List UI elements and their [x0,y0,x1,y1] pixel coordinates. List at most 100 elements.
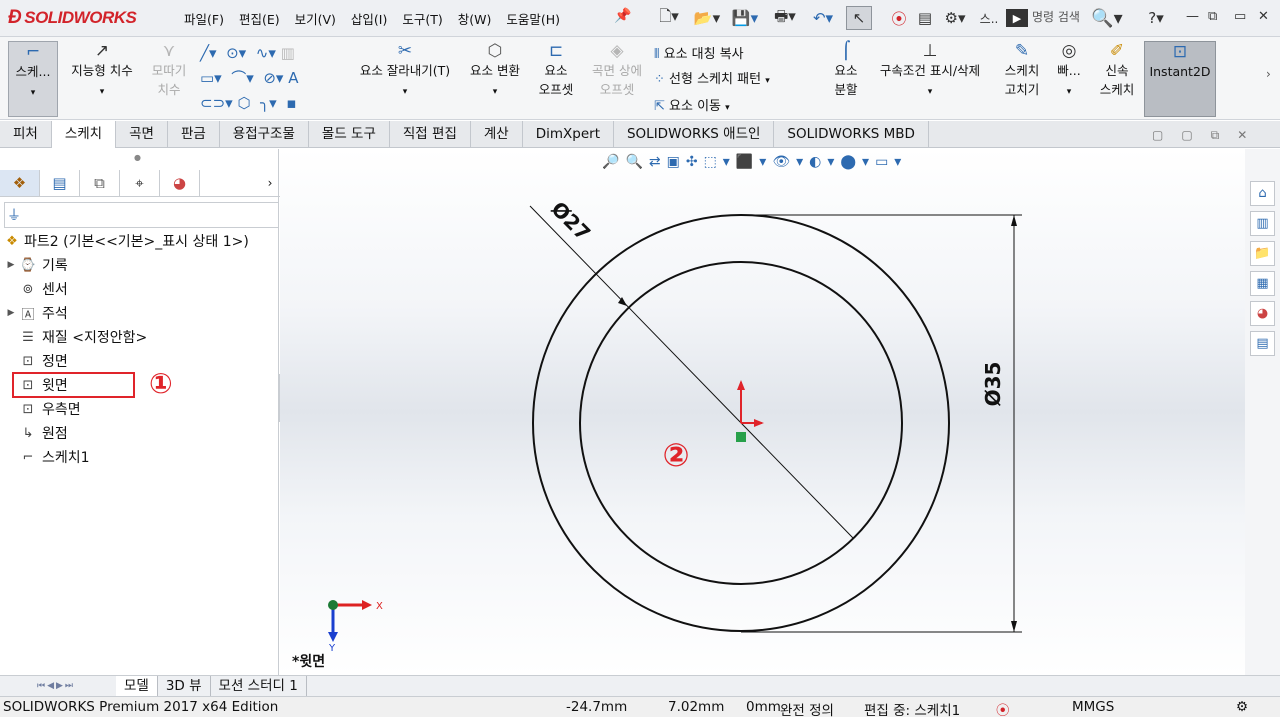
new-document-icon[interactable]: 🗋▾ [654,6,684,30]
file-properties-icon[interactable]: ▤ [914,6,936,30]
display-relations-button[interactable]: ⊥ 구속조건 표시/삭제 ▾ [866,41,994,117]
convert-entities-button[interactable]: ⬡ 요소 변환 ▾ [462,41,528,117]
dimxpert-manager-tab-icon[interactable]: ⌖ [120,170,160,196]
window-controls[interactable]: ▢▢⧉✕ [1152,128,1265,143]
quick-snaps-button[interactable]: ◎ 빠... ▾ [1052,41,1086,117]
undo-icon[interactable]: ↶▾ [808,6,838,30]
ribbon-expand-icon[interactable]: › [1266,67,1271,81]
menu-help[interactable]: 도움말(H) [506,9,560,28]
display-manager-tab-icon[interactable]: ◕ [160,170,200,196]
command-search-input[interactable]: 명령 검색 [1032,8,1088,28]
slot-icon[interactable]: ⊂⊃▾ [200,94,233,112]
origin-point-icon[interactable] [736,432,746,442]
menu-view[interactable]: 보기(V) [295,9,336,28]
options-gear-icon[interactable]: ⚙▾ [940,6,970,30]
tree-item-sketch1[interactable]: ⌐ 스케치1 [4,446,90,468]
restore-icon[interactable]: ⧉ [1208,9,1217,24]
traffic-light-icon[interactable]: ⦿ [888,6,910,30]
tree-item-origin[interactable]: ↳ 원점 [4,422,68,444]
resources-icon[interactable]: ▥ [1250,211,1275,236]
restore-down-icon[interactable]: ▭ [1234,9,1246,24]
next-tab-icon[interactable]: ▶ [56,681,63,691]
pin-icon[interactable]: 📌 [614,8,631,24]
tree-item-sensors[interactable]: ⊚ 센서 [4,278,68,300]
rebuild-traffic-icon[interactable]: ⦿ [996,699,1010,719]
view-palette-icon[interactable]: ▦ [1250,271,1275,296]
units-selector[interactable]: MMGS [1072,699,1114,715]
minimize-icon[interactable]: — [1186,9,1199,24]
circle-icon[interactable]: ⊙▾ [226,44,246,62]
menu-file[interactable]: 파일(F) [184,9,224,28]
custom-properties-icon[interactable]: ▤ [1250,331,1275,356]
search-icon[interactable]: 🔍▾ [1090,6,1124,30]
help-icon[interactable]: ? ▾ [1142,6,1170,30]
first-tab-icon[interactable]: ⏮ [37,681,45,691]
tree-item-history[interactable]: ▶ ⌚ 기록 [4,254,68,276]
tab-evaluate[interactable]: 계산 [471,121,523,148]
tab-motion-study[interactable]: 모션 스터디 1 [211,675,307,697]
command-prompt-icon[interactable]: ▶ [1006,9,1028,27]
home-icon[interactable]: ⌂ [1250,181,1275,206]
save-icon[interactable]: 💾▾ [730,6,760,30]
menu-tools[interactable]: 도구(T) [402,9,442,28]
tab-dimxpert[interactable]: DimXpert [523,121,614,148]
dimension-27[interactable]: Ø27 [547,197,596,246]
menu-edit[interactable]: 편집(E) [239,9,280,28]
tab-weldments[interactable]: 용접구조물 [220,121,309,148]
diameter-leader-line[interactable] [529,205,854,539]
menu-insert[interactable]: 삽입(I) [351,9,387,28]
line-icon[interactable]: ╱▾ [200,44,217,62]
sketch-button[interactable]: ⌐ 스케... ▾ [8,41,58,117]
file-explorer-icon[interactable]: 📁 [1250,241,1275,266]
feature-manager-tab-icon[interactable]: ❖ [0,170,40,196]
panel-grip-icon[interactable]: ● [134,153,141,162]
tree-root[interactable]: ❖ 파트2 (기본<<기본>_표시 상태 1>) [4,230,249,252]
last-tab-icon[interactable]: ⏭ [65,681,73,691]
tree-item-material[interactable]: ☰ 재질 <지정안함> [4,326,147,348]
overflow-label[interactable]: 스.. [978,6,1000,30]
tab-scroll-arrows[interactable]: ⏮ ◀ ▶ ⏭ [0,676,110,697]
appearances-icon[interactable]: ◕ [1250,301,1275,326]
repair-sketch-button[interactable]: ✎ 스케치 고치기 [998,41,1046,117]
open-icon[interactable]: 📂▾ [692,6,722,30]
chamfer-dim-button[interactable]: ⋎ 모따기 치수 [145,41,193,117]
tab-sketch[interactable]: 스케치 [51,121,117,148]
expand-arrow-icon[interactable]: ▶ [4,260,18,270]
trim-entities-button[interactable]: ✂ 요소 잘라내기(T) ▾ [350,41,460,117]
panel-expand-icon[interactable]: › [260,170,280,196]
arc-icon[interactable]: ⌒▾ [231,69,254,87]
prev-tab-icon[interactable]: ◀ [47,681,54,691]
spline-icon[interactable]: ∿▾ [256,44,276,62]
point-icon[interactable]: ▪ [286,94,296,112]
tab-addins[interactable]: SOLIDWORKS 애드인 [614,121,775,148]
rapid-sketch-button[interactable]: ✐ 신속 스케치 [1094,41,1140,117]
tab-mold-tools[interactable]: 몰드 도구 [309,121,390,148]
dimension-35[interactable]: Ø35 [981,362,1005,407]
expand-arrow-icon[interactable]: ▶ [4,308,18,318]
select-arrow-icon[interactable]: ↖ [846,6,872,30]
print-icon[interactable]: 🖶▾ [770,6,800,30]
configuration-manager-tab-icon[interactable]: ⧉ [80,170,120,196]
tree-item-front-plane[interactable]: ⊡ 정면 [4,350,68,372]
tree-filter-input[interactable]: ⏚ [4,202,279,228]
customize-icon[interactable]: ⚙ [1236,699,1248,715]
ellipse-icon[interactable]: ⊘▾ [263,69,283,87]
tab-surfaces[interactable]: 곡면 [116,121,168,148]
tree-item-annotations[interactable]: ▶ 🄰 주석 [4,302,68,324]
property-manager-tab-icon[interactable]: ▤ [40,170,80,196]
offset-entities-button[interactable]: ⊏ 요소 오프셋 [530,41,582,117]
tab-mbd[interactable]: SOLIDWORKS MBD [774,121,929,148]
tab-features[interactable]: 피처 [0,121,52,148]
offset-on-surface-button[interactable]: ◈ 곡면 상에 오프셋 [585,41,649,117]
text-icon[interactable]: A [288,69,298,87]
menu-window[interactable]: 창(W) [458,9,492,28]
close-icon[interactable]: ✕ [1258,9,1269,24]
polygon-icon[interactable]: ⬡ [237,94,250,112]
smart-dimension-button[interactable]: ↗ 지능형 치수 ▾ [62,41,142,117]
tab-3d-view[interactable]: 3D 뷰 [158,675,211,697]
split-entities-button[interactable]: ⌠ 요소 분할 [828,41,864,117]
tab-direct-editing[interactable]: 직접 편집 [390,121,471,148]
mirror-entities-button[interactable]: ⫴ 요소 대칭 복사 [654,42,824,67]
tree-item-right-plane[interactable]: ⊡ 우측면 [4,398,81,420]
tab-sheet-metal[interactable]: 판금 [168,121,220,148]
